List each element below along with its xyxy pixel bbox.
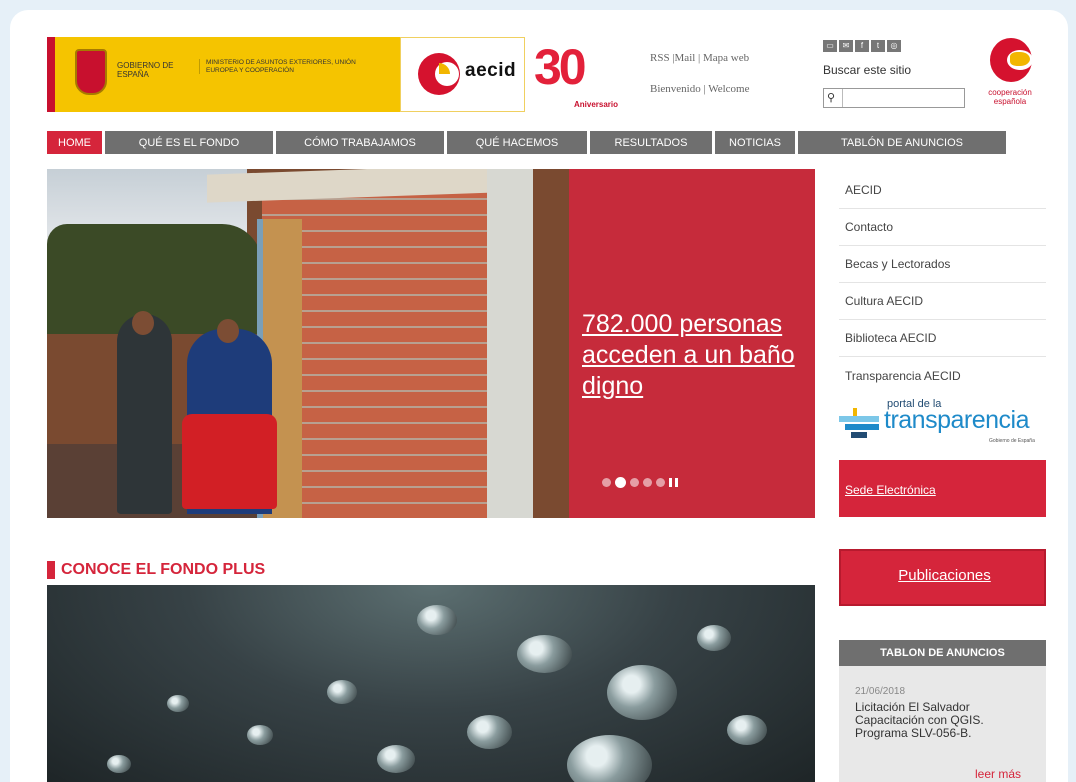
gobierno-text: GOBIERNO DE ESPAÑA [117, 61, 174, 79]
search-icon[interactable]: ⚲ [827, 91, 835, 104]
water-drop [417, 605, 457, 635]
tablon-item-text[interactable]: Licitación El Salvador Capacitación con … [855, 701, 1035, 740]
aecid-wordmark: aecid [465, 60, 517, 81]
publicaciones-banner[interactable]: Publicaciones [839, 549, 1046, 606]
coat-of-arms-icon [75, 49, 107, 95]
fondo-plus-image[interactable] [47, 585, 815, 782]
sidebar-item-biblioteca[interactable]: Biblioteca AECID [839, 320, 1046, 357]
hero-photo-skirt [182, 414, 277, 509]
search-input[interactable]: ⚲ [823, 88, 965, 108]
cooperacion-espanola-logo[interactable]: cooperación española [980, 38, 1045, 118]
hero-slider[interactable]: 782.000 personas acceden a un baño digno [47, 169, 815, 518]
main-nav: HOME QUÉ ES EL FONDO CÓMO TRABAJAMOS QUÉ… [47, 131, 1046, 154]
nav-item-que-hacemos[interactable]: QUÉ HACEMOS [447, 131, 587, 154]
aecid-logo[interactable]: aecid [400, 37, 525, 112]
hero-photo-man-head [132, 311, 154, 335]
coop-logo-text: cooperación española [988, 88, 1032, 106]
section-title: CONOCE EL FONDO PLUS [61, 561, 266, 578]
coop-swoosh-icon [1010, 52, 1030, 66]
pause-icon[interactable] [669, 478, 678, 487]
nav-item-tablon[interactable]: TABLÓN DE ANUNCIOS [798, 131, 1006, 154]
water-drop [517, 635, 572, 673]
aecid-c-icon [418, 53, 460, 95]
sidebar-item-contacto[interactable]: Contacto [839, 209, 1046, 246]
hero-headline-link[interactable]: 782.000 personas acceden a un baño digno [582, 309, 812, 402]
leer-mas-link[interactable]: leer más [975, 767, 1021, 781]
water-drop [247, 725, 273, 745]
flickr-icon[interactable]: ◎ [887, 40, 901, 52]
portal-big-text: transparencia [884, 406, 1029, 434]
slider-dot[interactable] [643, 478, 652, 487]
print-icon[interactable]: ▭ [823, 40, 837, 52]
hero-photo-pillar [487, 169, 533, 518]
tablon-title: TABLON DE ANUNCIOS [839, 640, 1046, 666]
sede-electronica-banner[interactable]: Sede Electrónica [839, 460, 1046, 517]
slider-dot[interactable] [630, 478, 639, 487]
email-icon[interactable]: ✉ [839, 40, 853, 52]
tablon-date: 21/06/2018 [855, 686, 906, 697]
nav-item-home[interactable]: HOME [47, 131, 102, 154]
search-label: Buscar este sitio [823, 63, 912, 77]
water-drop [567, 735, 652, 782]
page-frame: GOBIERNO DE ESPAÑA MINISTERIO DE ASUNTOS… [10, 10, 1068, 782]
tablon-anuncios-box: TABLON DE ANUNCIOS 21/06/2018 Licitación… [839, 640, 1046, 782]
water-drop [167, 695, 189, 712]
water-drop [377, 745, 415, 773]
anniversary-number: 30 [534, 39, 587, 95]
top-links[interactable]: RSS |Mail | Mapa web [650, 52, 749, 64]
sidebar-item-becas[interactable]: Becas y Lectorados [839, 246, 1046, 283]
slider-dot[interactable] [602, 478, 611, 487]
water-drop [327, 680, 357, 704]
flag-stripe-yellow [53, 37, 63, 112]
sidebar-links: AECID Contacto Becas y Lectorados Cultur… [839, 172, 1046, 394]
gobierno-logo[interactable]: GOBIERNO DE ESPAÑA MINISTERIO DE ASUNTOS… [47, 37, 400, 112]
slider-dot-active[interactable] [615, 477, 626, 488]
nav-item-noticias[interactable]: NOTICIAS [715, 131, 795, 154]
sidebar-item-aecid[interactable]: AECID [839, 172, 1046, 209]
water-drop [107, 755, 131, 773]
sidebar-item-transparencia[interactable]: Transparencia AECID [839, 357, 1046, 394]
anniversary-logo[interactable]: 30 Aniversario [534, 38, 618, 113]
facebook-icon[interactable]: f [855, 40, 869, 52]
sidebar-item-cultura[interactable]: Cultura AECID [839, 283, 1046, 320]
twitter-icon[interactable]: t [871, 40, 885, 52]
transparency-icon [839, 408, 879, 438]
anniversary-label: Aniversario [574, 100, 619, 109]
water-drop [607, 665, 677, 720]
social-icons: ▭ ✉ f t ◎ [823, 40, 901, 52]
portal-transparencia-banner[interactable]: portal de la transparencia Gobierno de E… [839, 398, 1046, 448]
slider-dots [602, 477, 678, 488]
slider-dot[interactable] [656, 478, 665, 487]
ministerio-text: MINISTERIO DE ASUNTOS EXTERIORES, UNIÓN … [199, 59, 389, 74]
language-links[interactable]: Bienvenido | Welcome [650, 83, 749, 95]
portal-sub-text: Gobierno de España [989, 438, 1035, 444]
nav-item-resultados[interactable]: RESULTADOS [590, 131, 712, 154]
nav-item-que-es-el-fondo[interactable]: QUÉ ES EL FONDO [105, 131, 273, 154]
hero-photo-man [117, 314, 172, 514]
water-drop [727, 715, 767, 745]
nav-item-como-trabajamos[interactable]: CÓMO TRABAJAMOS [276, 131, 444, 154]
water-drop [697, 625, 731, 651]
sede-electronica-link[interactable]: Sede Electrónica [845, 483, 936, 497]
publicaciones-link[interactable]: Publicaciones [841, 567, 1048, 584]
water-drop [467, 715, 512, 749]
hero-photo-woman-head [217, 319, 239, 343]
section-marker [47, 561, 55, 579]
search-divider [842, 89, 843, 107]
